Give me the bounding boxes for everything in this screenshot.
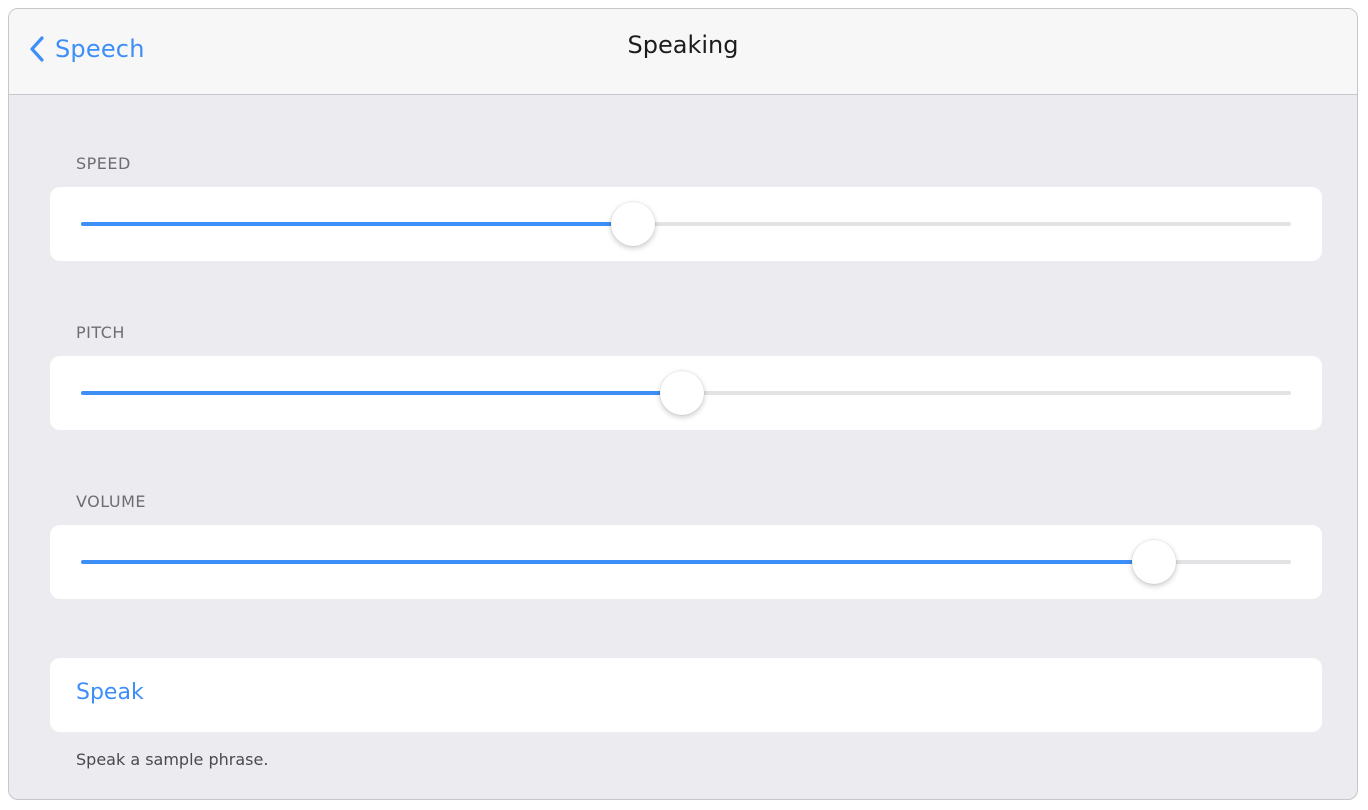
speed-slider-cell — [50, 187, 1322, 261]
pitch-slider-thumb[interactable] — [660, 371, 705, 415]
speak-footer-note: Speak a sample phrase. — [76, 750, 269, 769]
speak-button-label: Speak — [76, 680, 144, 705]
volume-slider[interactable] — [81, 540, 1291, 584]
speed-section-label: SPEED — [76, 154, 131, 173]
page-title: Speaking — [627, 31, 739, 59]
volume-slider-fill — [81, 560, 1155, 564]
speed-slider[interactable] — [81, 202, 1291, 246]
volume-slider-cell — [50, 525, 1322, 599]
pitch-section-label: PITCH — [76, 323, 125, 342]
pitch-slider[interactable] — [81, 371, 1291, 415]
speed-slider-thumb[interactable] — [610, 202, 655, 246]
speak-button[interactable]: Speak — [50, 658, 1322, 732]
pitch-slider-fill — [81, 391, 683, 395]
speed-slider-fill — [81, 222, 633, 226]
volume-section-label: VOLUME — [76, 492, 146, 511]
volume-slider-thumb[interactable] — [1132, 540, 1177, 584]
settings-window: Speech Speaking SPEED PITCH VOLUME Speak… — [8, 8, 1358, 800]
pitch-slider-cell — [50, 356, 1322, 430]
navigation-bar: Speech Speaking — [9, 9, 1357, 95]
